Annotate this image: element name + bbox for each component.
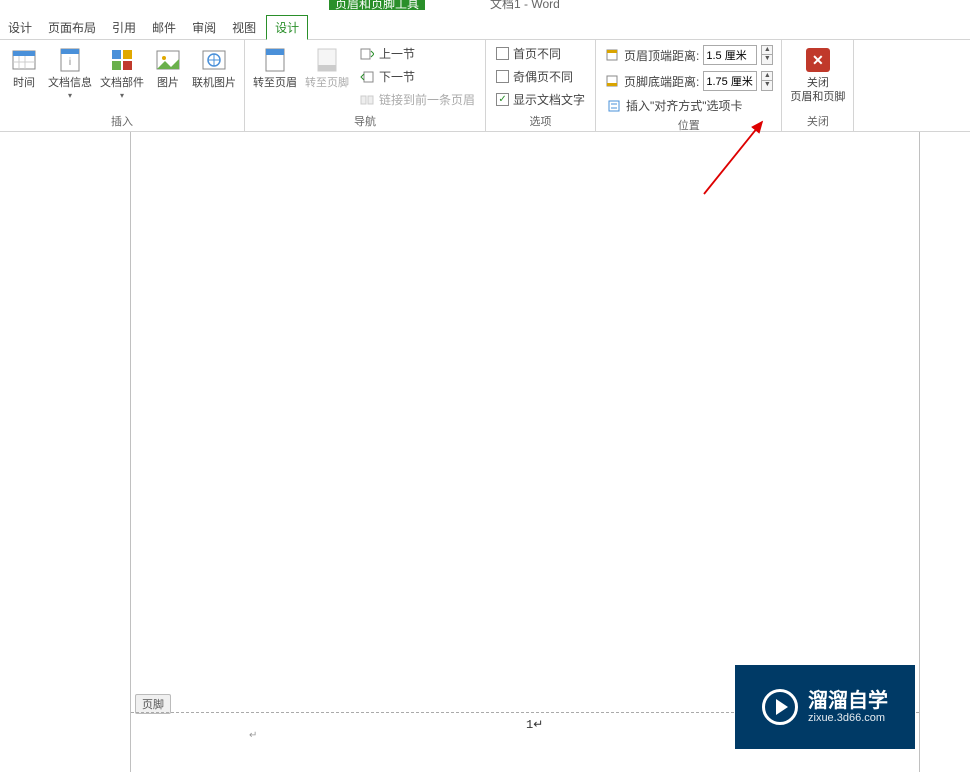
tab-mailings[interactable]: 邮件: [144, 16, 184, 39]
close-icon: ✕: [802, 44, 834, 76]
tab-design-main[interactable]: 设计: [0, 16, 40, 39]
header-top-distance-label: 页眉顶端距离:: [624, 47, 699, 64]
checkbox-show-doc-text[interactable]: ✓ 显示文档文字: [494, 90, 587, 109]
document-title: 文档1 - Word: [490, 0, 560, 10]
group-insert-label: 插入: [4, 113, 240, 131]
footer-bottom-distance-input[interactable]: [703, 71, 757, 91]
spin-up-button[interactable]: ▲: [761, 45, 773, 55]
doc-parts-icon: [106, 44, 138, 76]
footer-bottom-distance-label: 页脚底端距离:: [624, 73, 699, 90]
button-online-picture[interactable]: 联机图片: [188, 42, 240, 92]
button-doc-info[interactable]: i 文档信息 ▾: [44, 42, 96, 102]
button-doc-parts[interactable]: 文档部件 ▾: [96, 42, 148, 102]
play-icon: [762, 689, 798, 725]
group-position: 页眉顶端距离: ▲ ▼ 页脚底端距离: ▲ ▼: [596, 40, 782, 131]
group-navigation-label: 导航: [249, 113, 481, 131]
checkbox-icon: [496, 47, 509, 60]
header-top-distance-input[interactable]: [703, 45, 757, 65]
button-goto-header[interactable]: 转至页眉: [249, 42, 301, 92]
datetime-icon: [8, 44, 40, 76]
svg-text:i: i: [69, 57, 71, 68]
goto-footer-icon: [311, 44, 343, 76]
group-close: ✕ 关闭 页眉和页脚 关闭: [782, 40, 854, 131]
button-next-section[interactable]: 下一节: [357, 67, 477, 86]
spin-down-button[interactable]: ▼: [761, 81, 773, 91]
button-link-previous[interactable]: 链接到前一条页眉: [357, 90, 477, 109]
watermark-logo: 溜溜自学 zixue.3d66.com: [735, 665, 915, 749]
header-top-distance-row: 页眉顶端距离: ▲ ▼: [604, 44, 773, 66]
link-previous-icon: [359, 92, 375, 108]
online-picture-icon: [198, 44, 230, 76]
button-datetime[interactable]: 时间: [4, 42, 44, 92]
tab-view[interactable]: 视图: [224, 16, 264, 39]
checkbox-icon: [496, 70, 509, 83]
watermark-en: zixue.3d66.com: [808, 712, 888, 724]
footer-tag: 页脚: [135, 694, 171, 714]
button-goto-footer[interactable]: 转至页脚: [301, 42, 353, 92]
title-bar: 页眉和页脚工具 文档1 - Word: [0, 0, 970, 18]
group-options-label: 选项: [490, 113, 591, 131]
tab-design-context[interactable]: 设计: [266, 15, 308, 40]
footer-bottom-distance-row: 页脚底端距离: ▲ ▼: [604, 70, 773, 92]
tabs-row: 设计 页面布局 引用 邮件 审阅 视图 设计: [0, 18, 970, 40]
group-insert: 时间 i 文档信息 ▾ 文档部件 ▾ 图片: [0, 40, 245, 131]
group-navigation: 转至页眉 转至页脚 上一节 下一节 链接到前一条页眉: [245, 40, 486, 131]
prev-section-icon: [359, 46, 375, 62]
watermark-cn: 溜溜自学: [808, 690, 888, 712]
tab-references[interactable]: 引用: [104, 16, 144, 39]
tab-review[interactable]: 审阅: [184, 16, 224, 39]
footer-distance-icon: [604, 73, 620, 89]
button-insert-align-tab[interactable]: 插入"对齐方式"选项卡: [604, 96, 773, 115]
align-tab-icon: [606, 98, 622, 114]
button-picture[interactable]: 图片: [148, 42, 188, 92]
page-number[interactable]: 1↵: [526, 717, 543, 732]
spin-up-button[interactable]: ▲: [761, 71, 773, 81]
next-section-icon: [359, 69, 375, 85]
spin-down-button[interactable]: ▼: [761, 55, 773, 65]
goto-header-icon: [259, 44, 291, 76]
ribbon: 时间 i 文档信息 ▾ 文档部件 ▾ 图片: [0, 40, 970, 132]
checkbox-diff-first[interactable]: 首页不同: [494, 44, 587, 63]
chevron-down-icon: ▾: [120, 92, 124, 100]
header-distance-icon: [604, 47, 620, 63]
tab-page-layout[interactable]: 页面布局: [40, 16, 104, 39]
contextual-tool-label: 页眉和页脚工具: [329, 0, 425, 10]
checkbox-checked-icon: ✓: [496, 93, 509, 106]
button-close-header-footer[interactable]: ✕ 关闭 页眉和页脚: [786, 42, 849, 106]
picture-icon: [152, 44, 184, 76]
button-prev-section[interactable]: 上一节: [357, 44, 477, 63]
group-close-label: 关闭: [786, 113, 849, 131]
checkbox-diff-odd-even[interactable]: 奇偶页不同: [494, 67, 587, 86]
group-options: 首页不同 奇偶页不同 ✓ 显示文档文字 选项: [486, 40, 596, 131]
paragraph-mark: ↵: [249, 730, 257, 741]
doc-info-icon: i: [54, 44, 86, 76]
chevron-down-icon: ▾: [68, 92, 72, 100]
